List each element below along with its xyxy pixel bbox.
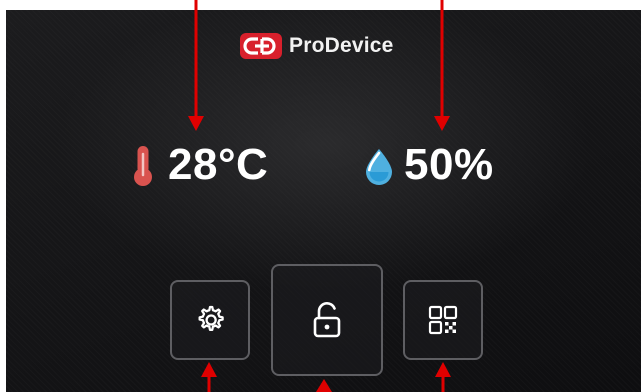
thermometer-icon: [134, 146, 152, 186]
water-drop-icon: [366, 149, 392, 185]
unlock-icon: [313, 302, 341, 338]
settings-button[interactable]: [170, 280, 250, 360]
qr-code-button[interactable]: [403, 280, 483, 360]
device-screen: ProDevice 28°C 50%: [6, 10, 641, 392]
temperature-value: 28°C: [168, 140, 269, 189]
humidity-value: 50%: [404, 140, 494, 189]
brand-name: ProDevice: [289, 34, 394, 57]
humidity-reading: 50%: [364, 138, 494, 192]
qr-code-icon: [428, 305, 458, 335]
brand-header: ProDevice: [240, 32, 394, 60]
temperature-reading: 28°C: [128, 138, 268, 192]
unlock-button[interactable]: [271, 264, 383, 376]
prodevice-logo-icon: [240, 33, 282, 59]
gear-icon: [198, 305, 224, 332]
